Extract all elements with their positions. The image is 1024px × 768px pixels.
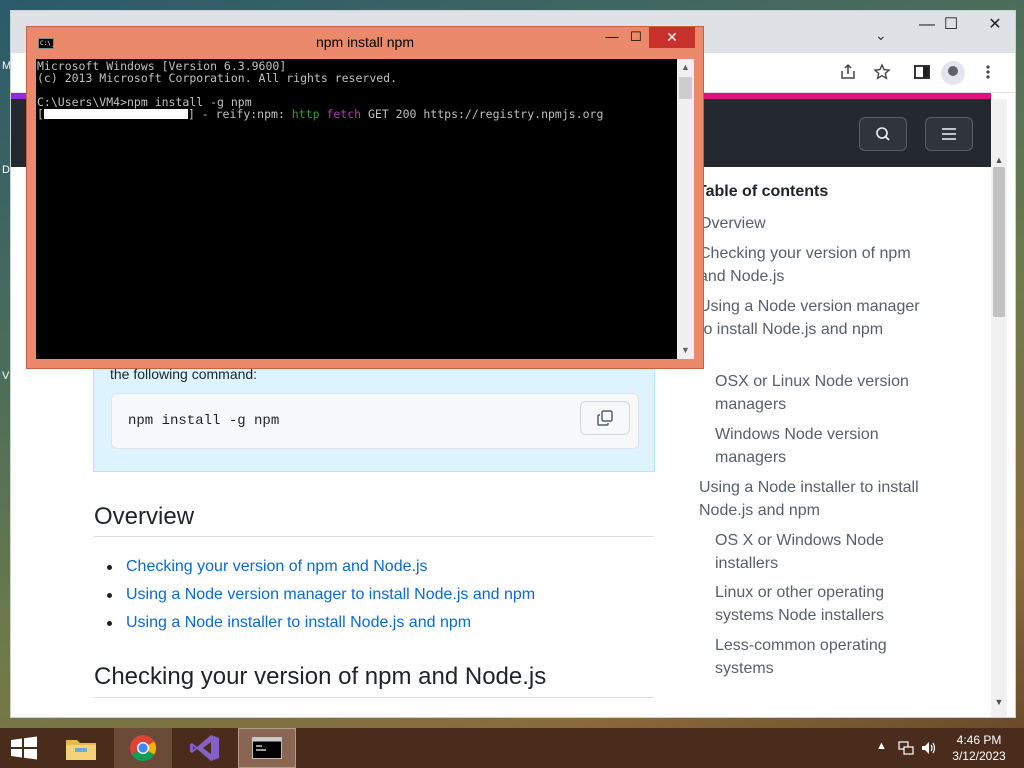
windows-start-icon[interactable] [8,736,40,760]
volume-icon[interactable] [920,740,938,756]
copy-icon [597,410,613,426]
code-text: npm install -g npm [128,413,280,429]
fetch-token: fetch [326,107,362,121]
list-item: Checking your version of npm and Node.js [107,553,535,581]
system-clock[interactable]: 4:46 PM 3/12/2023 [942,732,1016,764]
toc-link[interactable]: Windows Node version managers [715,424,921,469]
console-icon [252,737,282,759]
progress-open: [ [37,107,44,121]
overview-link[interactable]: Using a Node installer to install Node.j… [126,614,471,631]
desktop-icon-label[interactable]: D [2,164,10,176]
site-menu-button[interactable] [925,117,973,151]
toc-link[interactable]: OS X or Windows Node installers [715,530,921,575]
search-icon [876,127,890,141]
taskbar-visual-studio[interactable] [176,728,234,768]
toc-link[interactable]: OSX or Linux Node version managers [715,371,921,416]
heading-divider [94,697,654,698]
list-item: Using a Node installer to install Node.j… [107,609,535,637]
console-line: (c) 2013 Microsoft Corporation. All righ… [37,71,398,85]
fetch-detail: GET 200 https://registry.npmjs.org [361,107,604,121]
toc-title: Table of contents [697,183,829,200]
code-block: npm install -g npm [111,393,639,449]
console-scroll-down[interactable]: ▼ [677,345,694,355]
list-item: Using a Node version manager to install … [107,581,535,609]
overview-heading: Overview [94,503,195,530]
progress-close: ] - reify:npm: [187,107,292,121]
toc-link[interactable]: Using a Node version manager to install … [699,296,925,341]
site-search-button[interactable] [859,117,907,151]
share-icon[interactable] [837,63,859,81]
console-progress-line: [ ] - reify:npm: http fetch GET 200 https… [37,108,603,120]
kebab-menu-icon[interactable] [977,63,999,81]
taskbar: ▲ 4:46 PM 3/12/2023 [0,728,1024,768]
cmd-maximize-button[interactable]: ☐ [623,29,649,49]
profile-avatar[interactable] [941,61,965,85]
folder-icon [66,740,96,760]
close-button[interactable]: ✕ [975,15,1015,35]
hamburger-icon [942,128,956,140]
overview-link[interactable]: Using a Node version manager to install … [126,586,535,603]
toc-link[interactable]: Less-common operating systems [715,635,921,680]
console-output[interactable]: Microsoft Windows [Version 6.3.9600] (c)… [36,59,677,359]
clock-time: 4:46 PM [956,733,1002,747]
section-heading: Checking your version of npm and Node.js [94,663,547,690]
copy-button[interactable] [580,401,630,435]
console-scrollbar[interactable] [677,59,694,359]
network-icon[interactable] [898,741,914,755]
scroll-up-arrow[interactable]: ▲ [991,155,1007,165]
command-prompt-window: C:\_ npm install npm — ☐ ✕ Microsoft Win… [26,26,704,369]
console-scroll-up[interactable]: ▲ [677,62,694,72]
chrome-icon [130,735,157,762]
toc-link[interactable]: Using a Node installer to install Node.j… [699,477,925,522]
cmd-title-bar[interactable]: C:\_ npm install npm — ☐ ✕ [27,27,703,59]
show-hidden-icons[interactable]: ▲ [876,740,887,768]
overview-link[interactable]: Checking your version of npm and Node.js [126,558,428,575]
cmd-close-button[interactable]: ✕ [649,27,695,48]
progress-bar [43,109,188,119]
maximize-button[interactable]: ☐ [931,15,971,35]
heading-divider [94,536,654,537]
scroll-down-arrow[interactable]: ▼ [991,697,1007,707]
http-token: http [291,107,320,121]
tab-search-button[interactable]: ⌄ [875,27,887,44]
taskbar-file-explorer[interactable] [52,728,110,768]
toc-link[interactable]: Overview [699,213,925,236]
toc-link[interactable]: Linux or other operating systems Node in… [715,582,921,627]
toc-link[interactable]: Checking your version of npm and Node.js [699,243,925,288]
console-scrollbar-thumb[interactable] [679,77,692,99]
side-panel-icon[interactable] [911,63,933,81]
clock-date: 3/12/2023 [952,749,1006,763]
page-scrollbar-thumb[interactable] [993,167,1005,317]
taskbar-chrome[interactable] [114,728,172,768]
star-icon[interactable] [871,63,893,81]
overview-list: Checking your version of npm and Node.js… [107,553,535,637]
visual-studio-icon [190,735,219,761]
cmd-minimize-button[interactable]: — [599,29,625,49]
desktop-icon-label[interactable]: V [2,370,9,382]
taskbar-command-prompt[interactable] [238,728,296,768]
